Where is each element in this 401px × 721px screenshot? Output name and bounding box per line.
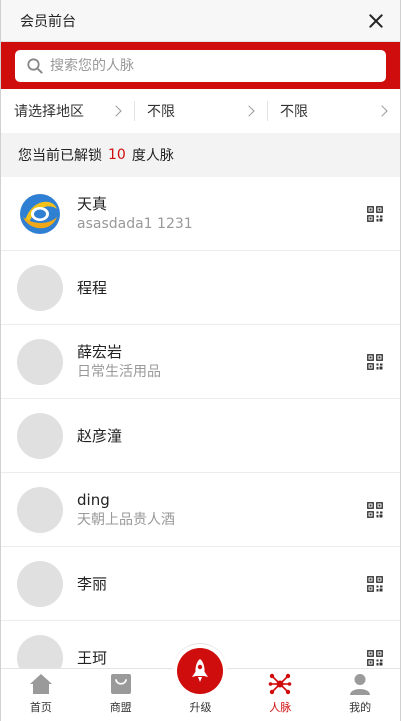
avatar — [17, 486, 63, 533]
tab-mine[interactable]: 我的 — [320, 669, 400, 721]
avatar — [17, 560, 63, 607]
user-icon — [350, 674, 371, 695]
network-icon — [268, 673, 292, 695]
home-icon — [29, 674, 52, 694]
tab-network-label: 人脉 — [269, 701, 292, 714]
list-item[interactable]: 天真 asasdada1 1231 — [1, 177, 400, 251]
upgrade-bubble[interactable] — [173, 643, 228, 697]
tab-upgrade-label: 升级 — [189, 701, 212, 714]
filter-bar: 请选择地区 不限 不限 — [1, 89, 400, 133]
chevron-right-icon — [110, 105, 122, 117]
chevron-right-icon — [243, 105, 255, 117]
tab-shop[interactable]: 商盟 — [81, 669, 161, 721]
contact-name: 赵彦潼 — [77, 426, 123, 445]
contact-name: 天真 — [77, 194, 108, 213]
upgrade-circle — [177, 647, 224, 694]
filter-region[interactable]: 请选择地区 — [1, 89, 134, 133]
unlock-banner: 您当前已解锁 10 度人脉 — [1, 133, 400, 177]
contact-name: 薛宏岩 — [77, 342, 123, 361]
filter-second[interactable]: 不限 — [134, 89, 267, 133]
unlock-suffix: 度人脉 — [131, 148, 174, 164]
filter-region-label: 请选择地区 — [14, 104, 84, 120]
contact-subtitle: asasdada1 1231 — [77, 215, 193, 232]
filter-second-label: 不限 — [147, 104, 175, 120]
shop-bag-icon — [110, 674, 131, 694]
chevron-right-icon — [376, 105, 388, 117]
list-item[interactable]: 李丽 — [1, 547, 400, 621]
list-item[interactable]: ding 天朝上品贵人酒 — [1, 473, 400, 547]
list-item[interactable]: 程程 — [1, 251, 400, 325]
qr-code-icon[interactable] — [367, 649, 383, 666]
contact-list: 天真 asasdada1 1231 程程 薛宏岩 日常生活用品 赵彦潼 ding… — [1, 177, 400, 668]
list-item[interactable]: 赵彦潼 — [1, 399, 400, 473]
window-title: 会员前台 — [20, 13, 76, 30]
qr-code-icon[interactable] — [367, 501, 383, 518]
filter-third-label: 不限 — [280, 104, 308, 120]
tab-mine-label: 我的 — [349, 701, 372, 714]
company-logo-icon — [20, 193, 60, 234]
list-item[interactable]: 薛宏岩 日常生活用品 — [1, 325, 400, 399]
contact-name: 程程 — [77, 278, 108, 297]
unlock-prefix: 您当前已解锁 — [18, 148, 102, 164]
search-band — [1, 42, 400, 89]
close-icon[interactable] — [368, 13, 384, 29]
avatar — [17, 634, 63, 668]
tab-home-label: 首页 — [29, 701, 52, 714]
title-bar: 会员前台 — [1, 0, 400, 42]
contact-name: 李丽 — [77, 574, 108, 593]
contact-subtitle: 天朝上品贵人酒 — [77, 511, 175, 528]
rocket-icon — [192, 658, 209, 682]
qr-code-icon[interactable] — [367, 353, 383, 370]
contact-name: ding — [77, 490, 110, 509]
bottom-tab-bar: 首页 商盟 升级 人脉 我的 — [1, 643, 400, 721]
tab-upgrade[interactable]: 升级 — [161, 643, 241, 721]
qr-code-icon[interactable] — [367, 575, 383, 592]
tab-shop-label: 商盟 — [109, 701, 132, 714]
filter-third[interactable]: 不限 — [267, 89, 400, 133]
unlock-level: 10 — [108, 147, 126, 163]
search-icon — [27, 58, 43, 74]
tab-home[interactable]: 首页 — [1, 669, 81, 721]
search-input[interactable] — [50, 58, 350, 74]
avatar — [17, 412, 63, 459]
avatar — [17, 264, 63, 311]
avatar — [17, 338, 63, 385]
search-box[interactable] — [15, 50, 386, 82]
contact-subtitle: 日常生活用品 — [77, 363, 161, 380]
qr-code-icon[interactable] — [367, 205, 383, 222]
avatar — [17, 190, 63, 237]
tab-network[interactable]: 人脉 — [240, 669, 320, 721]
